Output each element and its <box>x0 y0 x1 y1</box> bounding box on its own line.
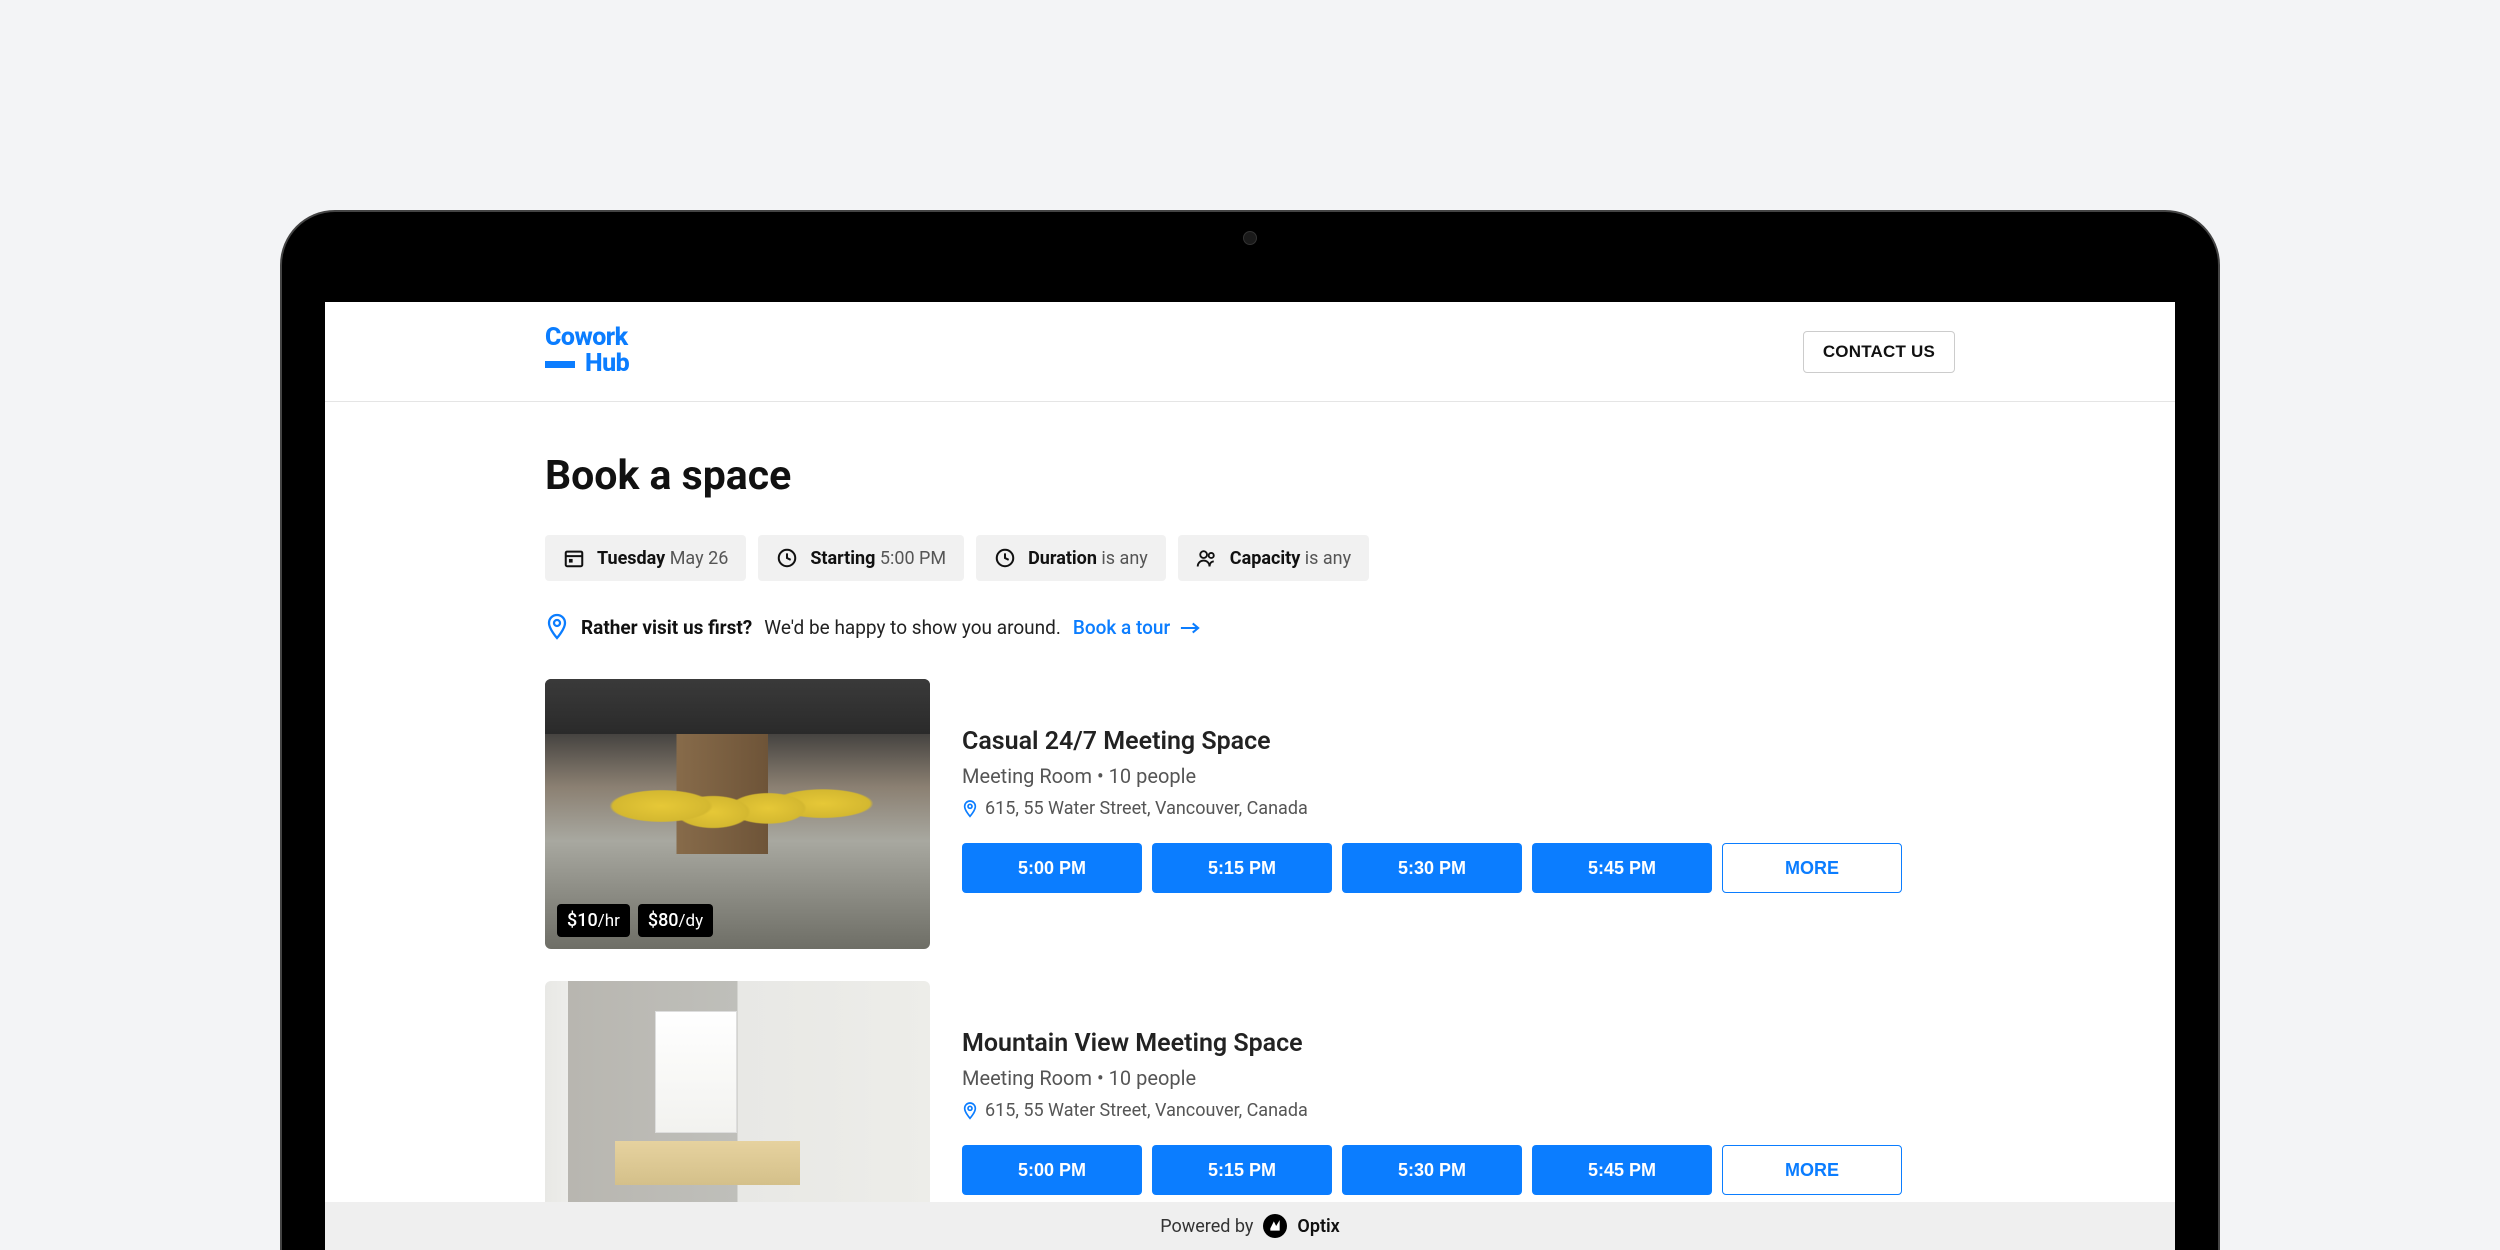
listing-address: 615, 55 Water Street, Vancouver, Canada <box>962 1100 1955 1121</box>
powered-by-text: Powered by <box>1160 1216 1253 1237</box>
listing-title[interactable]: Mountain View Meeting Space <box>962 1029 1955 1058</box>
clock-icon <box>994 547 1016 569</box>
time-slot-button[interactable]: 5:30 PM <box>1342 843 1522 893</box>
listing-title[interactable]: Casual 24/7 Meeting Space <box>962 727 1955 756</box>
time-slot-button[interactable]: 5:15 PM <box>1152 843 1332 893</box>
address-text: 615, 55 Water Street, Vancouver, Canada <box>985 798 1308 819</box>
brand-logo[interactable]: Cowork Hub <box>545 325 629 378</box>
listings: $10/hr $80/dy Casual 24/7 Meeting Space … <box>545 679 1955 1250</box>
brand-line1: Cowork <box>545 325 629 350</box>
calendar-icon <box>563 547 585 569</box>
filter-capacity[interactable]: Capacity is any <box>1178 535 1369 581</box>
contact-us-button[interactable]: CONTACT US <box>1803 331 1955 373</box>
pin-icon <box>962 1101 978 1121</box>
people-icon <box>1196 547 1218 569</box>
time-slot-button[interactable]: 5:45 PM <box>1532 1145 1712 1195</box>
filter-date[interactable]: Tuesday May 26 <box>545 535 746 581</box>
filter-capacity-label: Capacity <box>1230 548 1300 569</box>
location-pin-icon <box>545 613 569 641</box>
address-text: 615, 55 Water Street, Vancouver, Canada <box>985 1100 1308 1121</box>
price-tag: $80/dy <box>638 904 713 937</box>
time-slots: 5:00 PM 5:15 PM 5:30 PM 5:45 PM MORE <box>962 843 1955 893</box>
clock-icon <box>776 547 798 569</box>
listing-image[interactable]: $10/hr $80/dy <box>545 679 930 949</box>
filter-bar: Tuesday May 26 Starting 5:00 PM Duration… <box>545 535 1955 581</box>
filter-starting[interactable]: Starting 5:00 PM <box>758 535 964 581</box>
optix-logo-icon <box>1263 1214 1287 1238</box>
navbar: Cowork Hub CONTACT US <box>325 302 2175 402</box>
brand-line2: Hub <box>545 350 629 378</box>
more-button[interactable]: MORE <box>1722 1145 1902 1195</box>
filter-date-value: May 26 <box>670 548 729 569</box>
filter-start-value: 5:00 PM <box>880 548 946 569</box>
filter-date-label: Tuesday <box>597 548 665 569</box>
time-slots: 5:00 PM 5:15 PM 5:30 PM 5:45 PM MORE <box>962 1145 1955 1195</box>
visit-banner: Rather visit us first? We'd be happy to … <box>545 613 1955 641</box>
listing-body: Casual 24/7 Meeting Space Meeting Room •… <box>962 679 1955 949</box>
camera-icon <box>1243 231 1257 245</box>
banner-strong: Rather visit us first? <box>581 616 752 639</box>
filter-start-label: Starting <box>810 548 875 569</box>
listing-meta: Meeting Room • 10 people <box>962 1066 1955 1090</box>
powered-by-footer: Powered by Optix <box>325 1202 2175 1250</box>
time-slot-button[interactable]: 5:00 PM <box>962 1145 1142 1195</box>
page-title: Book a space <box>545 452 1955 500</box>
price-tags: $10/hr $80/dy <box>557 904 713 937</box>
more-button[interactable]: MORE <box>1722 843 1902 893</box>
time-slot-button[interactable]: 5:00 PM <box>962 843 1142 893</box>
pin-icon <box>962 799 978 819</box>
filter-capacity-value: is any <box>1305 548 1351 569</box>
time-slot-button[interactable]: 5:15 PM <box>1152 1145 1332 1195</box>
listing-card: $10/hr $80/dy Casual 24/7 Meeting Space … <box>545 679 1955 949</box>
filter-duration-value: is any <box>1101 548 1147 569</box>
book-tour-link[interactable]: Book a tour <box>1073 616 1200 639</box>
listing-meta: Meeting Room • 10 people <box>962 764 1955 788</box>
banner-text: We'd be happy to show you around. <box>764 616 1061 639</box>
laptop-frame: Cowork Hub CONTACT US Book a space Tuesd… <box>280 210 2220 1250</box>
main-content: Book a space Tuesday May 26 Starting 5:0… <box>325 402 2175 1250</box>
filter-duration[interactable]: Duration is any <box>976 535 1166 581</box>
brand-bar-icon <box>545 361 575 368</box>
filter-duration-label: Duration <box>1028 548 1097 569</box>
time-slot-button[interactable]: 5:45 PM <box>1532 843 1712 893</box>
time-slot-button[interactable]: 5:30 PM <box>1342 1145 1522 1195</box>
footer-brand: Optix <box>1297 1216 1339 1237</box>
price-tag: $10/hr <box>557 904 630 937</box>
app-screen: Cowork Hub CONTACT US Book a space Tuesd… <box>325 302 2175 1250</box>
listing-address: 615, 55 Water Street, Vancouver, Canada <box>962 798 1955 819</box>
